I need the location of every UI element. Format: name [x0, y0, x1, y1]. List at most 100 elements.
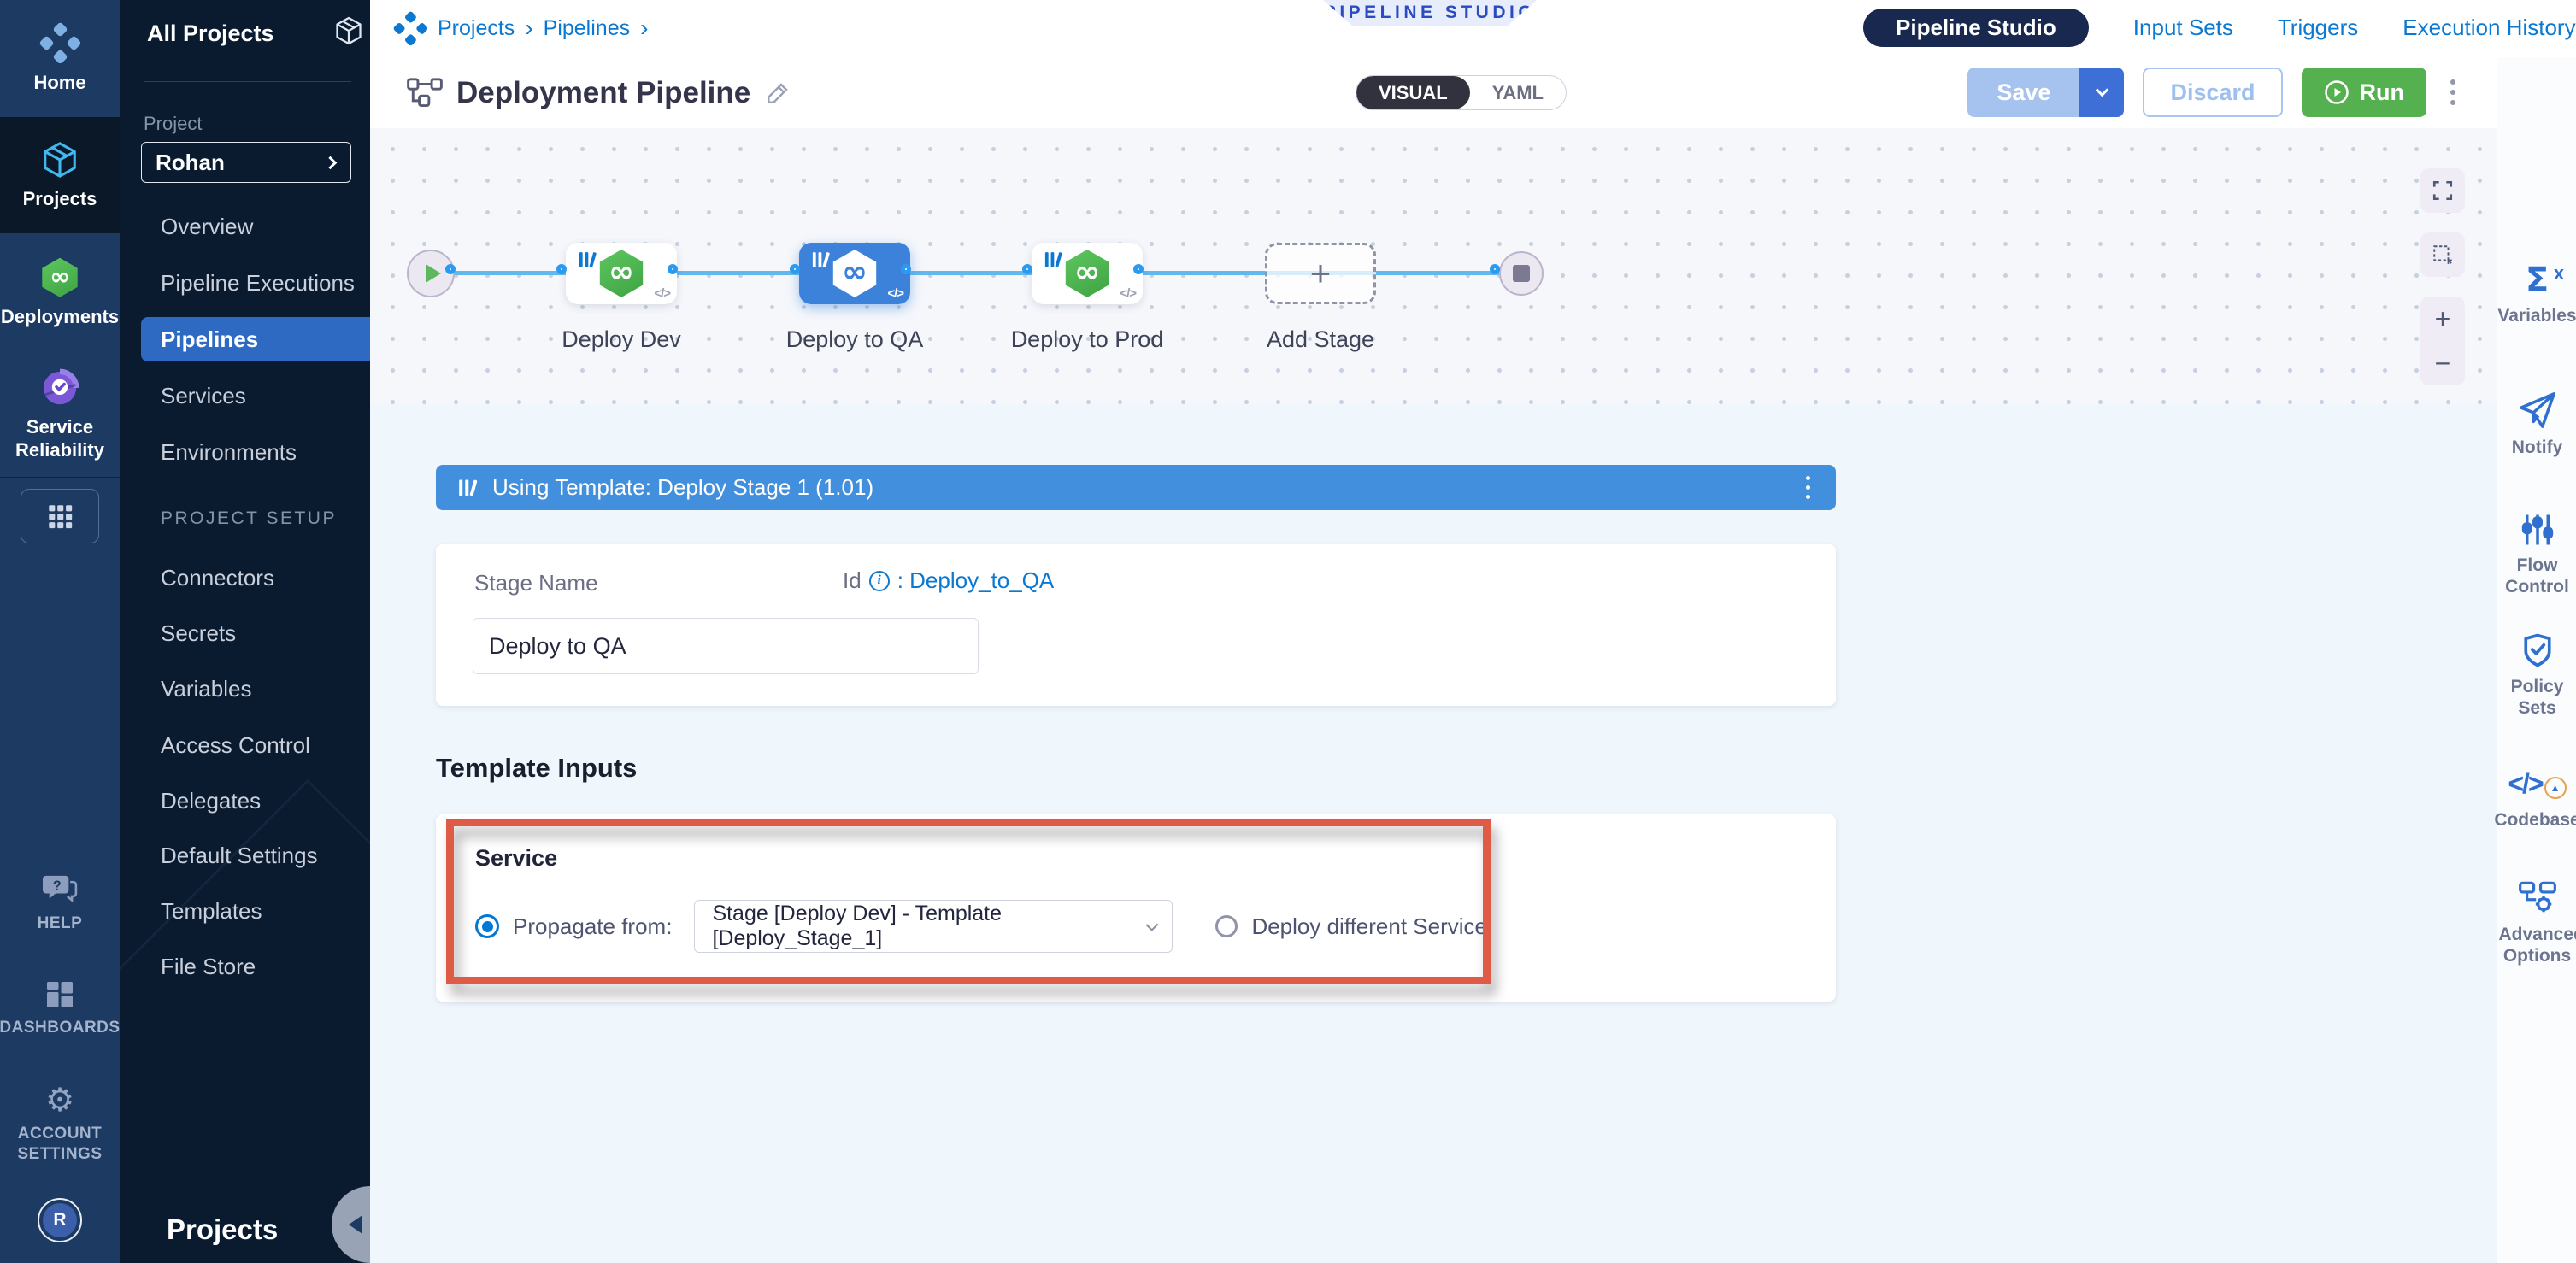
breadcrumb-separator: ›	[640, 15, 648, 42]
canvas-select-button[interactable]	[2420, 232, 2465, 277]
user-avatar[interactable]: R	[38, 1198, 82, 1242]
propagate-service-select[interactable]: Stage [Deploy Dev] - Template [Deploy_St…	[694, 900, 1173, 953]
nav-help[interactable]: ? HELP	[0, 873, 120, 934]
header-tabs: Pipeline Studio Input Sets Triggers Exec…	[1863, 9, 2576, 47]
nav-module-deployments[interactable]: ∞ Deployments	[0, 233, 120, 353]
edit-pencil-icon[interactable]	[764, 79, 791, 107]
zoom-in-button[interactable]: +	[2420, 297, 2465, 341]
sidebar-item-secrets[interactable]: Secrets	[120, 611, 370, 655]
home-harness-logo-icon	[39, 22, 80, 63]
deploy-different-service-radio[interactable]	[1215, 915, 1238, 937]
service-options-row: Propagate from: Stage [Deploy Dev] - Tem…	[475, 900, 1487, 953]
canvas-fullscreen-button[interactable]	[2420, 168, 2465, 213]
harness-logo-icon	[393, 11, 427, 45]
template-library-icon	[811, 251, 833, 268]
stage-name-input[interactable]	[473, 618, 979, 674]
template-inputs-heading: Template Inputs	[436, 753, 637, 784]
breadcrumb-pipelines[interactable]: Pipelines	[544, 16, 630, 41]
breadcrumb-projects[interactable]: Projects	[438, 16, 515, 41]
save-button[interactable]: Save	[1967, 68, 2079, 117]
svg-text:?: ?	[53, 878, 62, 894]
visual-yaml-toggle: VISUAL YAML	[1356, 75, 1567, 110]
more-options-menu[interactable]	[2445, 74, 2461, 110]
nav-dashboards[interactable]: DASHBOARDS	[0, 979, 120, 1038]
sidebar-item-connectors[interactable]: Connectors	[120, 555, 370, 600]
nav-module-service-reliability[interactable]: Service Reliability	[0, 353, 120, 477]
sidebar-item-services[interactable]: Services	[120, 373, 370, 418]
toggle-yaml[interactable]: YAML	[1470, 76, 1566, 109]
stage-node-deploy-dev[interactable]: ∞ </>	[566, 243, 677, 304]
using-template-text: Using Template: Deploy Stage 1 (1.01)	[492, 474, 873, 501]
nav-module-label: Deployments	[1, 306, 119, 328]
run-button[interactable]: Run	[2302, 68, 2426, 117]
pipeline-canvas[interactable]: ∞ </> ∞ </> ∞ </> + Deploy Dev Deploy to…	[370, 128, 2497, 404]
right-toolbar: Σx Variables Notify Flow Control Policy …	[2497, 57, 2576, 1263]
add-stage-button[interactable]: +	[1265, 243, 1376, 304]
template-library-icon	[458, 479, 480, 497]
propagate-from-radio[interactable]	[475, 914, 499, 938]
toggle-visual[interactable]: VISUAL	[1356, 76, 1470, 109]
chevron-down-icon	[2096, 83, 2109, 97]
propagate-service-value: Stage [Deploy Dev] - Template [Deploy_St…	[695, 902, 1148, 951]
sidebar-item-pipeline-executions[interactable]: Pipeline Executions	[120, 261, 370, 305]
stage-id-cluster: Id i : Deploy_to_QA	[843, 567, 1054, 594]
canvas-zoom-controls: + −	[2420, 297, 2465, 385]
sidebar-item-pipelines[interactable]: Pipelines	[141, 317, 370, 361]
shield-check-icon	[2519, 632, 2556, 669]
nav-module-label: Projects	[23, 188, 97, 210]
sidebar-divider	[144, 81, 351, 82]
marquee-select-icon	[2432, 244, 2454, 266]
code-icon: </>	[654, 286, 670, 301]
nav-module-home[interactable]: Home	[0, 0, 120, 117]
toolbar-codebase[interactable]: </> ▲ Codebase	[2497, 765, 2576, 831]
pipeline-studio-app: Home Projects ∞ Deployments Service Reli…	[0, 0, 2576, 1263]
toolbar-variables[interactable]: Σx Variables	[2497, 261, 2576, 326]
sidebar-item-access-control[interactable]: Access Control	[120, 723, 370, 767]
sidebar-item-variables[interactable]: Variables	[120, 667, 370, 711]
pipeline-end-node	[1499, 251, 1544, 296]
discard-button[interactable]: Discard	[2143, 68, 2282, 117]
sidebar-item-environments[interactable]: Environments	[120, 430, 370, 474]
code-icon: </>	[1120, 286, 1136, 301]
save-split-button: Save	[1967, 68, 2124, 117]
toolbar-notify[interactable]: Notify	[2497, 391, 2576, 458]
zoom-out-button[interactable]: −	[2420, 341, 2465, 385]
project-selector[interactable]: Rohan	[141, 142, 351, 183]
stage-name-label: Stage Name	[474, 570, 598, 596]
tab-input-sets[interactable]: Input Sets	[2133, 15, 2233, 41]
start-play-icon	[426, 264, 441, 283]
title-cluster: Deployment Pipeline	[407, 57, 791, 128]
project-selector-value: Rohan	[142, 150, 225, 176]
toolbar-policy-sets[interactable]: Policy Sets	[2497, 632, 2576, 719]
sidebar-footer-title: Projects	[167, 1213, 278, 1246]
save-options-button[interactable]	[2079, 68, 2124, 117]
edge-connector-dot	[901, 264, 911, 274]
module-picker-button[interactable]	[21, 489, 99, 543]
nav-module-projects[interactable]: Projects	[0, 117, 120, 233]
stage-node-deploy-to-qa[interactable]: ∞ </>	[799, 243, 910, 304]
cd-stage-icon: ∞	[1063, 250, 1111, 297]
cd-stage-icon: ∞	[597, 250, 645, 297]
stage-id-value[interactable]: : Deploy_to_QA	[897, 567, 1055, 594]
sliders-icon	[2520, 512, 2555, 548]
tab-triggers[interactable]: Triggers	[2278, 15, 2358, 41]
stage-node-deploy-to-prod[interactable]: ∞ </>	[1032, 243, 1143, 304]
tab-pipeline-studio[interactable]: Pipeline Studio	[1863, 9, 2089, 47]
sidebar-item-overview[interactable]: Overview	[120, 204, 370, 249]
template-options-menu[interactable]	[1801, 471, 1815, 504]
stage-label: Deploy to Prod	[993, 326, 1181, 353]
id-label: Id	[843, 567, 862, 594]
nine-dot-grid-icon	[45, 502, 74, 531]
all-projects-box-icon[interactable]	[333, 15, 364, 46]
collapse-left-arrow-icon	[349, 1215, 362, 1234]
nav-account-settings[interactable]: ⚙ ACCOUNT SETTINGS	[0, 1084, 120, 1165]
project-sidebar: All Projects Project Rohan Overview Pipe…	[120, 0, 370, 1263]
toolbar-advanced-options[interactable]: Advanced Options	[2497, 879, 2576, 966]
dashboards-icon	[44, 979, 75, 1010]
tab-execution-history[interactable]: Execution History	[2403, 15, 2575, 41]
toolbar-flow-control[interactable]: Flow Control	[2497, 512, 2576, 597]
paper-plane-icon	[2518, 391, 2557, 430]
template-library-icon	[578, 251, 600, 268]
using-template-banner[interactable]: Using Template: Deploy Stage 1 (1.01)	[436, 465, 1836, 510]
template-inputs-card: Service Propagate from: Stage [Deploy De…	[436, 814, 1836, 1002]
